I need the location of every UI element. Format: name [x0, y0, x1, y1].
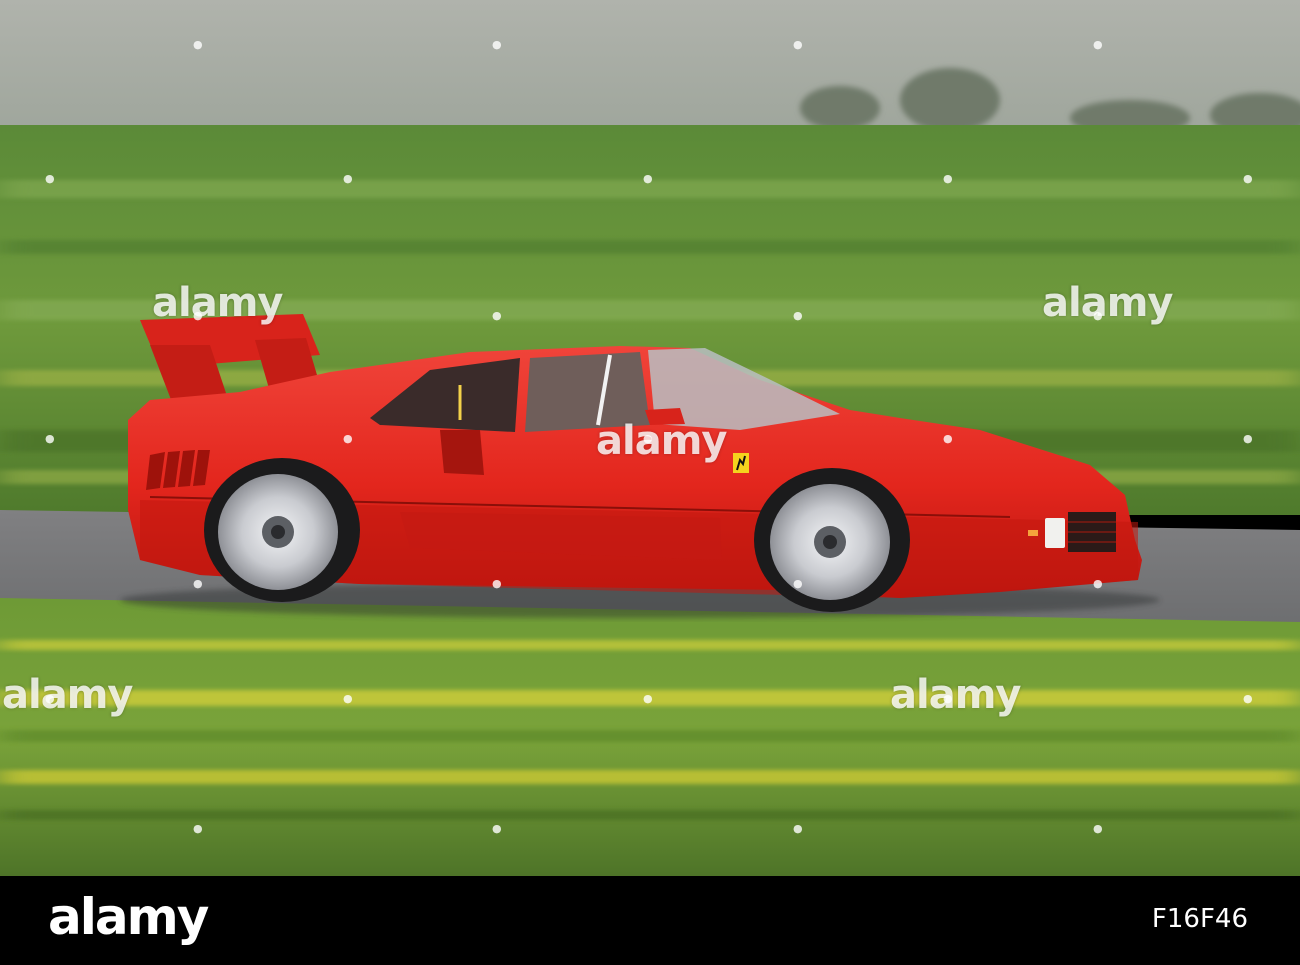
watermark-text: alamy: [596, 418, 727, 464]
watermark-dot: ●: [193, 577, 203, 590]
watermark-dot: ●: [1093, 38, 1103, 51]
watermark-dot: ●: [943, 432, 953, 445]
watermark-dot: ●: [1243, 432, 1253, 445]
watermark-dot: ●: [1243, 172, 1253, 185]
watermark-dot: ●: [643, 432, 653, 445]
watermark-dot: ●: [793, 38, 803, 51]
watermark-dot: ●: [1243, 692, 1253, 705]
watermark-dot: ●: [793, 577, 803, 590]
watermark-dot: ●: [193, 38, 203, 51]
front-wheel: [754, 468, 910, 612]
watermark-dot: ●: [193, 822, 203, 835]
watermark-text: alamy: [152, 280, 283, 326]
footer-bar: alamy F16F46: [0, 876, 1300, 965]
watermark-dot: ●: [492, 577, 502, 590]
watermark-dot: ●: [492, 309, 502, 322]
rear-wheel: [204, 458, 360, 602]
alamy-logo: alamy: [48, 888, 209, 946]
image-id: F16F46: [1151, 904, 1248, 934]
watermark-dot: ●: [1093, 577, 1103, 590]
watermark-dot: ●: [343, 172, 353, 185]
watermark-dot: ●: [793, 822, 803, 835]
watermark-dot: ●: [343, 692, 353, 705]
watermark-dot: ●: [45, 172, 55, 185]
watermark-dot: ●: [943, 692, 953, 705]
watermark-dot: ●: [1093, 822, 1103, 835]
watermark-dot: ●: [492, 38, 502, 51]
watermark-dot: ●: [492, 822, 502, 835]
watermark-text: alamy: [1042, 280, 1173, 326]
watermark-text: alamy: [2, 672, 133, 718]
watermark-text: alamy: [890, 672, 1021, 718]
watermark-dot: ●: [643, 692, 653, 705]
watermark-dot: ●: [343, 432, 353, 445]
watermark-dot: ●: [45, 432, 55, 445]
watermark-dot: ●: [643, 172, 653, 185]
watermark-dot: ●: [45, 692, 55, 705]
watermark-dot: ●: [1093, 309, 1103, 322]
watermark-dot: ●: [793, 309, 803, 322]
photo-stage: alamy alamy alamy alamy alamy ● ● ● ● ● ● ● ● ● ●…: [0, 0, 1300, 965]
ferrari-badge: [733, 453, 749, 473]
watermark-dot: ●: [943, 172, 953, 185]
watermark-dot: ●: [193, 309, 203, 322]
